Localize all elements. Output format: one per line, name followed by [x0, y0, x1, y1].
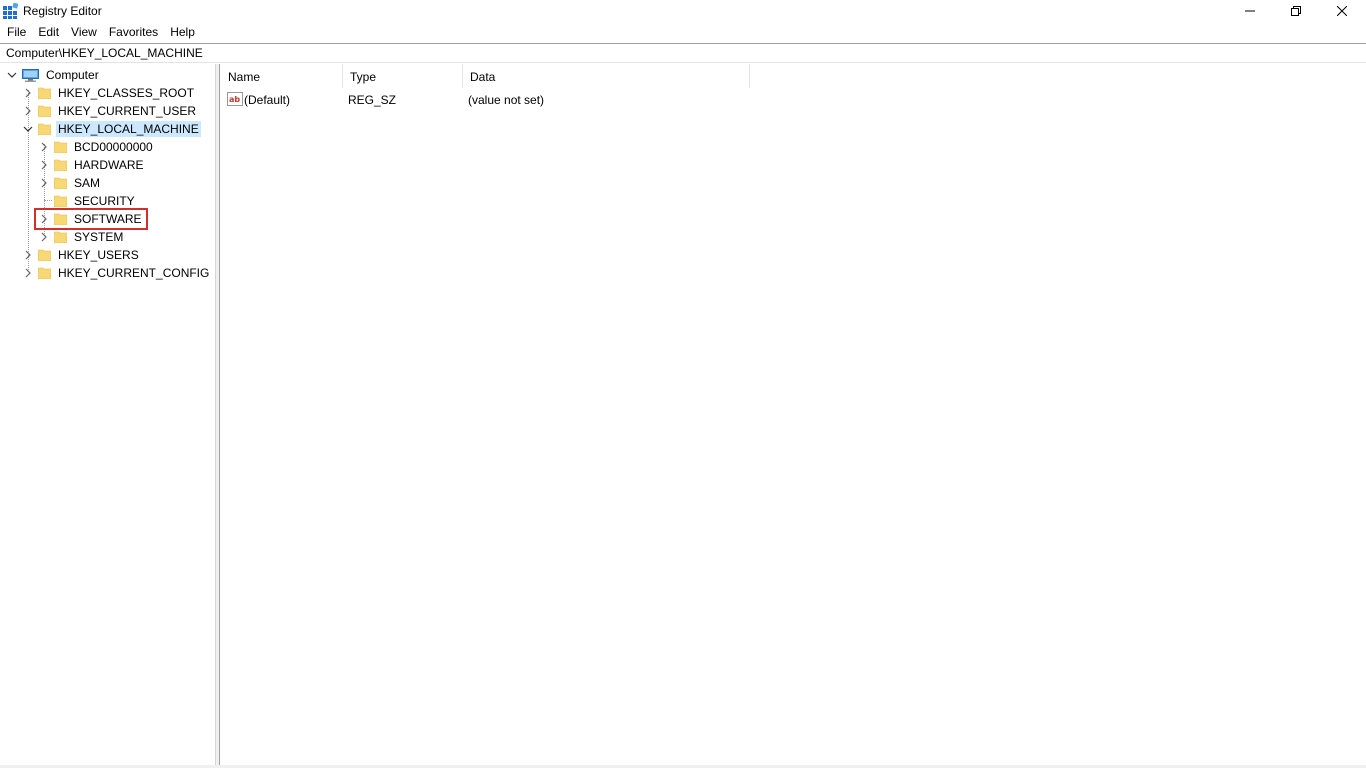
- close-icon: [1337, 6, 1347, 16]
- chevron-right-icon[interactable]: [38, 159, 50, 171]
- tree-item-sam[interactable]: SAM: [38, 174, 102, 192]
- tree-item-system[interactable]: SYSTEM: [38, 228, 125, 246]
- registry-editor-icon: [3, 3, 18, 19]
- tree-item-hkey-classes-root[interactable]: HKEY_CLASSES_ROOT: [22, 84, 196, 102]
- tree-item-hkey-current-user[interactable]: HKEY_CURRENT_USER: [22, 102, 198, 120]
- folder-icon: [38, 267, 51, 279]
- minimize-icon: [1245, 10, 1255, 12]
- folder-icon: [54, 141, 67, 153]
- tree-item-label: HARDWARE: [74, 158, 144, 172]
- chevron-right-icon[interactable]: [22, 105, 34, 117]
- software-highlight-box: [34, 208, 148, 230]
- tree-item-label: HKEY_USERS: [58, 248, 139, 262]
- tree-item-label: HKEY_CURRENT_CONFIG: [58, 266, 210, 280]
- folder-icon: [38, 87, 51, 99]
- tree-item-hkey-users[interactable]: HKEY_USERS: [22, 246, 141, 264]
- column-header-name[interactable]: Name: [221, 64, 343, 88]
- values-list-pane[interactable]: Name Type Data ab (Default) REG_SZ (valu…: [221, 64, 1366, 768]
- menu-help[interactable]: Help: [164, 22, 201, 42]
- tree-item-label: HKEY_CURRENT_USER: [58, 104, 197, 118]
- chevron-right-icon[interactable]: [38, 141, 50, 153]
- tree-item-label: SYSTEM: [74, 230, 124, 244]
- column-header-type[interactable]: Type: [343, 64, 463, 88]
- folder-icon: [54, 195, 67, 207]
- window-title: Registry Editor: [23, 4, 102, 18]
- key-tree-pane[interactable]: Computer HKEY_CLASSES_ROOT HKEY_CURRENT_…: [0, 64, 216, 768]
- restore-icon: [1291, 6, 1301, 16]
- string-value-icon: ab: [227, 92, 243, 106]
- minimize-button[interactable]: [1227, 0, 1273, 22]
- tree-item-label: HKEY_LOCAL_MACHINE: [56, 121, 201, 137]
- tree-item-label: SAM: [74, 176, 101, 190]
- folder-icon: [38, 249, 51, 261]
- chevron-right-icon[interactable]: [22, 249, 34, 261]
- tree-item-computer[interactable]: Computer: [6, 66, 101, 84]
- menu-file[interactable]: File: [1, 22, 32, 42]
- chevron-down-icon[interactable]: [22, 123, 34, 135]
- title-bar: Registry Editor: [0, 0, 1366, 22]
- tree-item-bcd[interactable]: BCD00000000: [38, 138, 155, 156]
- tree-item-label: HKEY_CLASSES_ROOT: [58, 86, 195, 100]
- close-button[interactable]: [1319, 0, 1365, 22]
- chevron-right-icon[interactable]: [22, 87, 34, 99]
- folder-icon: [54, 177, 67, 189]
- chevron-down-icon[interactable]: [6, 69, 18, 81]
- folder-open-icon: [38, 123, 51, 135]
- tree-item-label: SECURITY: [74, 194, 135, 208]
- folder-icon: [38, 105, 51, 117]
- chevron-right-icon[interactable]: [22, 267, 34, 279]
- tree-item-label: Computer: [46, 68, 99, 82]
- list-item[interactable]: ab (Default) REG_SZ (value not set): [221, 90, 761, 110]
- svg-text:ab: ab: [229, 95, 240, 104]
- restore-button[interactable]: [1273, 0, 1319, 22]
- computer-icon: [22, 68, 39, 82]
- value-data: (value not set): [468, 93, 545, 107]
- tree-item-hkey-current-config[interactable]: HKEY_CURRENT_CONFIG: [22, 264, 211, 282]
- pane-splitter[interactable]: [216, 64, 220, 768]
- folder-icon: [54, 159, 67, 171]
- address-bar: [0, 43, 1366, 63]
- menu-favorites[interactable]: Favorites: [103, 22, 164, 42]
- value-type: REG_SZ: [348, 93, 397, 107]
- tree-item-hkey-local-machine[interactable]: HKEY_LOCAL_MACHINE: [22, 120, 201, 138]
- tree-item-hardware[interactable]: HARDWARE: [38, 156, 146, 174]
- menu-bar: File Edit View Favorites Help: [0, 22, 1366, 42]
- menu-view[interactable]: View: [65, 22, 103, 42]
- tree-item-label: BCD00000000: [74, 140, 153, 154]
- chevron-right-icon[interactable]: [38, 231, 50, 243]
- value-name: (Default): [244, 93, 291, 107]
- column-header-data[interactable]: Data: [463, 64, 750, 88]
- chevron-right-icon[interactable]: [38, 177, 50, 189]
- folder-icon: [54, 231, 67, 243]
- address-input[interactable]: [0, 44, 1366, 62]
- menu-edit[interactable]: Edit: [32, 22, 65, 42]
